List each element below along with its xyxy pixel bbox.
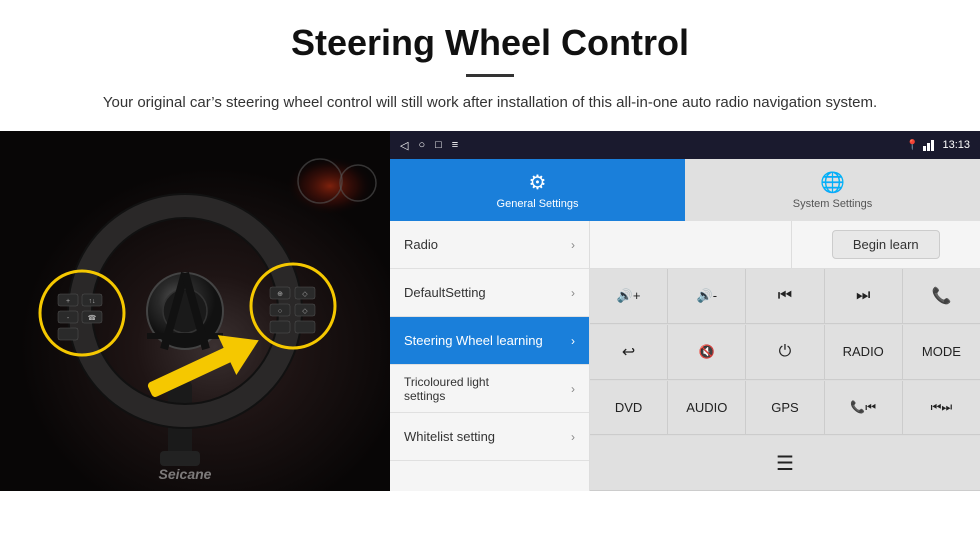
radio-button[interactable]: RADIO xyxy=(825,325,903,380)
menu-radio-label: Radio xyxy=(404,237,438,252)
return-icon: ↩ xyxy=(622,342,635,362)
skip-button[interactable]: ⏮⏭ xyxy=(903,381,980,436)
right-panel: Begin learn 🔊+ 🔊- xyxy=(590,221,980,491)
svg-text:+: + xyxy=(66,298,70,305)
svg-text:⊕: ⊕ xyxy=(277,291,283,298)
power-icon: ⏻ xyxy=(779,343,792,361)
controls-row-1: 🔊+ 🔊- ⏮ ⏭ 📞 xyxy=(590,269,980,325)
svg-text:◇: ◇ xyxy=(302,308,308,315)
chevron-right-icon: › xyxy=(571,286,575,300)
controls-grid: 🔊+ 🔊- ⏮ ⏭ 📞 xyxy=(590,269,980,491)
content-area: + ↑↓ - ☎ ⊕ ◇ ○ ◇ xyxy=(0,131,980,491)
tab-bar: ⚙ General Settings 🌐 System Settings xyxy=(390,159,980,221)
menu-steering-label: Steering Wheel learning xyxy=(404,333,543,348)
gear-icon: ⚙ xyxy=(529,170,547,195)
phone-icon: 📞 xyxy=(931,286,951,306)
svg-text:☎: ☎ xyxy=(88,314,97,322)
menu-default-label: DefaultSetting xyxy=(404,285,486,300)
prev-track-icon: ⏮ xyxy=(778,287,792,305)
car-image-section: + ↑↓ - ☎ ⊕ ◇ ○ ◇ xyxy=(0,131,390,491)
radio-label: RADIO xyxy=(843,344,884,359)
dvd-label: DVD xyxy=(615,400,642,415)
status-icons: ◁ ○ □ ≡ xyxy=(400,139,458,152)
next-track-icon: ⏭ xyxy=(856,287,870,305)
gps-label: GPS xyxy=(771,400,798,415)
phone-button[interactable]: 📞 xyxy=(903,269,980,324)
steering-wheel-svg: + ↑↓ - ☎ ⊕ ◇ ○ ◇ xyxy=(0,131,390,491)
back-button[interactable]: ↩ xyxy=(590,325,668,380)
menu-item-tricoloured[interactable]: Tricoloured lightsettings › xyxy=(390,365,589,413)
menu-item-default-setting[interactable]: DefaultSetting › xyxy=(390,269,589,317)
recent-icon: □ xyxy=(435,139,442,151)
mute-button[interactable]: 🔇 xyxy=(668,325,746,380)
back-icon: ◁ xyxy=(400,139,408,152)
menu-item-whitelist[interactable]: Whitelist setting › xyxy=(390,413,589,461)
chevron-right-icon: › xyxy=(571,430,575,444)
tab-general-settings[interactable]: ⚙ General Settings xyxy=(390,159,685,221)
vol-up-button[interactable]: 🔊+ xyxy=(590,269,668,324)
top-row: Begin learn xyxy=(590,221,980,269)
menu-list: Radio › DefaultSetting › Steering Wheel … xyxy=(390,221,590,491)
power-button[interactable]: ⏻ xyxy=(746,325,824,380)
globe-icon: 🌐 xyxy=(820,170,845,195)
audio-label: AUDIO xyxy=(686,400,727,415)
mode-label: MODE xyxy=(922,344,961,359)
mode-button[interactable]: MODE xyxy=(903,325,980,380)
svg-text:Seicane: Seicane xyxy=(159,466,212,482)
gps-button[interactable]: GPS xyxy=(746,381,824,436)
begin-learn-button[interactable]: Begin learn xyxy=(832,230,940,259)
chevron-right-icon: › xyxy=(571,334,575,348)
radio-section xyxy=(590,221,792,268)
skip-icon: ⏮⏭ xyxy=(931,400,953,415)
chevron-right-icon: › xyxy=(571,382,575,396)
vol-down-icon: 🔊- xyxy=(697,288,718,304)
clock: 13:13 xyxy=(942,139,970,151)
svg-text:◇: ◇ xyxy=(302,291,308,298)
android-ui: ◁ ○ □ ≡ 📍 13:13 ⚙ xyxy=(390,131,980,491)
chevron-right-icon: › xyxy=(571,238,575,252)
home-icon: ○ xyxy=(418,139,425,151)
location-icon: 📍 xyxy=(906,140,918,151)
menu-item-radio[interactable]: Radio › xyxy=(390,221,589,269)
subtitle-text: Your original car’s steering wheel contr… xyxy=(60,91,920,115)
next-track-button[interactable]: ⏭ xyxy=(825,269,903,324)
controls-row-3: DVD AUDIO GPS 📞⏮ xyxy=(590,381,980,437)
tab-system-label: System Settings xyxy=(793,198,872,210)
menu-icon: ≡ xyxy=(452,139,458,151)
menu-tricoloured-label: Tricoloured lightsettings xyxy=(404,375,489,403)
controls-row-2: ↩ 🔇 ⏻ RADIO MOD xyxy=(590,325,980,381)
tab-general-label: General Settings xyxy=(497,198,579,210)
svg-text:○: ○ xyxy=(278,308,282,315)
menu-btn[interactable]: ☰ xyxy=(590,436,980,491)
page-title: Steering Wheel Control xyxy=(60,22,920,64)
vol-up-icon: 🔊+ xyxy=(617,288,641,304)
mute-icon: 🔇 xyxy=(699,344,715,360)
audio-button[interactable]: AUDIO xyxy=(668,381,746,436)
main-content: Radio › DefaultSetting › Steering Wheel … xyxy=(390,221,980,491)
status-bar: ◁ ○ □ ≡ 📍 13:13 xyxy=(390,131,980,159)
prev-track-button[interactable]: ⏮ xyxy=(746,269,824,324)
title-divider xyxy=(466,74,514,77)
menu-item-steering-wheel[interactable]: Steering Wheel learning › xyxy=(390,317,589,365)
phone-prev-button[interactable]: 📞⏮ xyxy=(825,381,903,436)
vol-down-button[interactable]: 🔊- xyxy=(668,269,746,324)
menu-list-icon: ☰ xyxy=(776,451,794,476)
begin-learn-section: Begin learn xyxy=(792,221,980,268)
svg-text:↑↓: ↑↓ xyxy=(89,298,96,305)
menu-whitelist-label: Whitelist setting xyxy=(404,429,495,444)
wifi-icon xyxy=(923,140,934,151)
controls-row-4: ☰ xyxy=(590,436,980,491)
status-right: 📍 13:13 xyxy=(906,139,970,151)
phone-prev-icon: 📞⏮ xyxy=(850,400,876,415)
header-section: Steering Wheel Control Your original car… xyxy=(0,0,980,131)
dvd-button[interactable]: DVD xyxy=(590,381,668,436)
page-wrapper: Steering Wheel Control Your original car… xyxy=(0,0,980,491)
tab-system-settings[interactable]: 🌐 System Settings xyxy=(685,159,980,221)
